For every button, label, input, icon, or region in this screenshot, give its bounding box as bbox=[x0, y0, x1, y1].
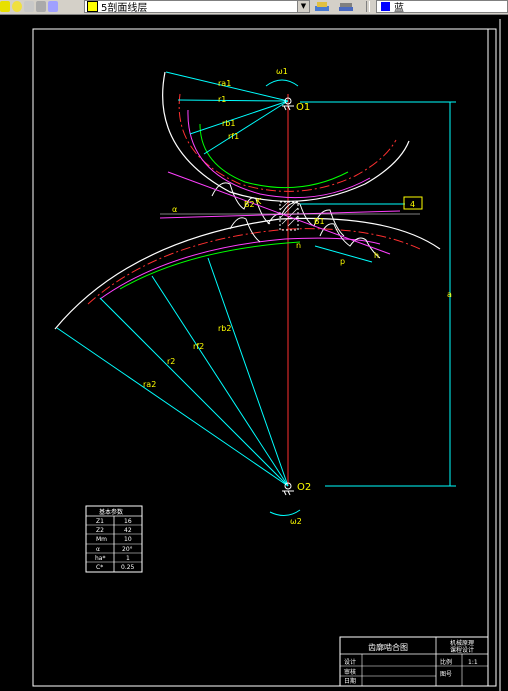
label-b2: B2 bbox=[244, 200, 255, 209]
param-label: C* bbox=[96, 564, 103, 571]
parameter-table: 基本参数 Z1 16 Z2 42 Mm 10 α 20° ha* 1 C* 0.… bbox=[85, 505, 143, 573]
omega1-arrow bbox=[265, 79, 299, 87]
param-value: 42 bbox=[124, 527, 132, 534]
label-rf2: rf2 bbox=[193, 342, 204, 351]
title-block-dept: 课程设计 bbox=[450, 646, 474, 654]
lightbulb-icon[interactable] bbox=[0, 1, 10, 12]
label-rb2: rb2 bbox=[218, 324, 231, 333]
outer-frame bbox=[32, 28, 497, 687]
param-value: 1 bbox=[126, 555, 130, 562]
label-rb1: rb1 bbox=[222, 119, 235, 128]
gear2-pitch-circle bbox=[87, 228, 421, 305]
title-block-label: 审核 bbox=[344, 668, 356, 676]
center-distance-dimension bbox=[300, 101, 456, 487]
layer-name: 5剖面线层 bbox=[101, 3, 148, 14]
label-o1: O1 bbox=[296, 102, 310, 113]
label-alpha: α bbox=[172, 205, 177, 214]
gear2-root-arc bbox=[54, 217, 441, 330]
title-block-label: 比例 bbox=[440, 658, 452, 666]
param-label: Z1 bbox=[96, 518, 104, 525]
title-block-value: 1:1 bbox=[468, 659, 478, 666]
label-k: K bbox=[256, 197, 262, 206]
layer-previous-icon[interactable] bbox=[314, 1, 330, 12]
toolbar-separator bbox=[366, 1, 370, 12]
label-p: p bbox=[340, 257, 345, 266]
label-box4: 4 bbox=[410, 200, 415, 209]
gear2-addendum-circle bbox=[99, 237, 381, 300]
param-label: α bbox=[96, 546, 100, 553]
param-label: Z2 bbox=[96, 527, 104, 534]
layer-icon[interactable] bbox=[48, 1, 58, 12]
title-block: 齿廓啮合图 机械原理 课程设计 设计 审核 日期 比例 1:1 图号 bbox=[339, 636, 489, 687]
label-ra1: ra1 bbox=[218, 79, 231, 88]
title-block-label: 图号 bbox=[440, 671, 452, 678]
label-a: a bbox=[447, 290, 452, 299]
sun-icon[interactable] bbox=[12, 1, 22, 12]
param-label: Mm bbox=[96, 536, 107, 543]
label-h: h bbox=[374, 251, 379, 260]
param-value: 16 bbox=[124, 518, 132, 525]
frame-strip bbox=[487, 28, 497, 687]
color-name: 蓝 bbox=[394, 3, 404, 14]
title-block-label: 设计 bbox=[344, 658, 356, 666]
gear2-circles bbox=[54, 217, 441, 330]
gear1-addendum-circle bbox=[187, 109, 371, 199]
layer-toolbar: 5剖面线层 ▼ 蓝 bbox=[0, 0, 508, 15]
label-r1: r1 bbox=[218, 95, 226, 104]
layer-color-swatch bbox=[87, 1, 98, 12]
gear1-circles bbox=[162, 71, 410, 202]
param-value: 0.25 bbox=[121, 564, 135, 571]
drawing-canvas[interactable]: a p 4 ω1 O1 ra1 r1 rb1 rf1 α B2 K B1 n h… bbox=[0, 14, 508, 691]
layer-stack-icon[interactable] bbox=[338, 1, 354, 12]
color-swatch bbox=[381, 2, 390, 11]
title-block-label: 日期 bbox=[344, 677, 356, 685]
gear2-base-circle bbox=[119, 241, 301, 290]
label-omega2: ω2 bbox=[290, 517, 302, 526]
label-rf1: rf1 bbox=[228, 132, 239, 141]
gear1-root-arc bbox=[162, 71, 410, 202]
hatch-area bbox=[279, 201, 299, 231]
layer-state-icons bbox=[0, 1, 58, 13]
title-block-name: 齿廓啮合图 bbox=[368, 642, 408, 652]
param-value: 10 bbox=[124, 536, 132, 543]
lock-icon[interactable] bbox=[24, 1, 34, 12]
label-o2: O2 bbox=[297, 482, 311, 493]
label-b1: B1 bbox=[314, 217, 325, 226]
param-value: 20° bbox=[122, 546, 133, 553]
param-label: ha* bbox=[95, 555, 105, 562]
title-block-school: 机械原理 bbox=[450, 639, 474, 647]
label-omega1: ω1 bbox=[276, 67, 288, 76]
label-r2: r2 bbox=[167, 357, 175, 366]
print-icon[interactable] bbox=[36, 1, 46, 12]
omega2-arrow bbox=[269, 509, 301, 516]
chevron-down-icon[interactable]: ▼ bbox=[297, 1, 309, 12]
param-table-title: 基本参数 bbox=[99, 508, 123, 516]
color-dropdown[interactable]: 蓝 bbox=[376, 0, 508, 14]
label-n: n bbox=[296, 241, 301, 250]
label-ra2: ra2 bbox=[143, 380, 156, 389]
layer-dropdown[interactable]: 5剖面线层 ▼ bbox=[84, 0, 310, 14]
